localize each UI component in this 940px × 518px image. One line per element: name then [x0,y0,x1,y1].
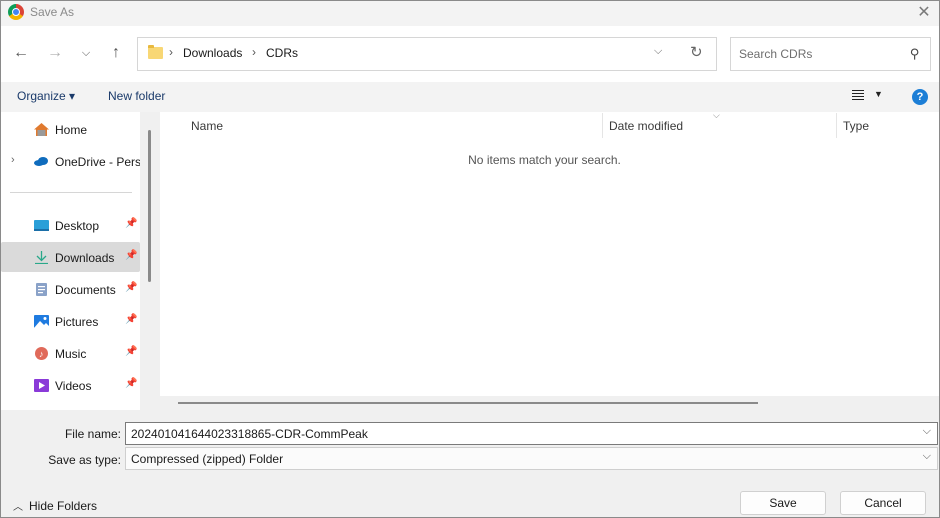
desktop-icon [34,220,49,231]
sidebar-scrollbar-thumb[interactable] [148,130,151,282]
navigation-bar: ← → ⌵ ↑ › Downloads › CDRs ⌵ ↻ Search CD… [1,26,939,82]
help-icon[interactable]: ? [912,89,928,105]
search-input[interactable]: Search CDRs ⚲ [730,37,931,71]
up-button[interactable]: ↑ [104,42,128,66]
hide-folders-button[interactable]: ︿ Hide Folders [13,498,97,513]
arrow-up-icon: ↑ [112,44,120,61]
sidebar-item-desktop[interactable]: Desktop 📌 [1,210,140,240]
file-name-value[interactable]: 20240104164402331886​5-CDR-CommPeak [131,427,368,441]
sidebar-item-label: Downloads [55,251,115,265]
save-as-type-select[interactable]: Compressed (zipped) Folder ⌵ [125,447,938,470]
organize-button[interactable]: Organize ▾ [17,89,75,103]
address-dropdown-icon[interactable]: ⌵ [654,45,662,58]
svg-text:♪: ♪ [39,349,44,359]
refresh-icon[interactable]: ↻ [690,43,703,61]
pin-icon[interactable]: 📌 [125,218,137,229]
navigation-pane: Home › OneDrive - Perso Desktop 📌 Downlo… [1,112,160,410]
sidebar-item-videos[interactable]: Videos 📌 [1,370,140,400]
column-header-type[interactable]: Type [843,119,869,133]
download-icon [35,251,48,264]
save-as-type-value: Compressed (zipped) Folder [131,452,284,466]
documents-icon [36,283,47,296]
pin-icon[interactable]: 📌 [125,378,137,389]
search-placeholder: Search CDRs [739,47,813,61]
arrow-right-icon: → [47,44,63,61]
save-as-dialog: Save As ✕ ← → ⌵ ↑ › Downloads › CDRs ⌵ ↻… [0,0,940,518]
file-name-label: File name: [64,427,121,441]
breadcrumb-separator-icon[interactable]: › [252,45,256,59]
cloud-icon [34,157,48,166]
close-icon: ✕ [917,4,931,21]
chevron-down-icon[interactable]: ⌵ [923,450,931,463]
pin-icon[interactable]: 📌 [125,314,137,325]
sort-chevron-icon: ⌵ [713,110,720,120]
title-bar: Save As ✕ [1,1,939,26]
chevron-down-icon[interactable]: ⌵ [923,425,931,438]
sidebar-item-label: Home [55,123,88,137]
chrome-icon [8,4,24,20]
pin-icon[interactable]: 📌 [125,282,137,293]
command-toolbar: Organize ▾ New folder ▼ ? [1,82,939,112]
view-list-icon[interactable] [852,90,864,101]
sidebar-item-label: OneDrive - Perso [55,155,148,169]
breadcrumb-separator-icon[interactable]: › [169,45,173,59]
column-separator[interactable] [602,113,603,138]
sidebar-item-label: Documents [55,283,116,297]
address-bar[interactable]: › Downloads › CDRs ⌵ ↻ [137,37,717,71]
chevron-down-icon: ⌵ [81,47,91,59]
back-button[interactable]: ← [9,42,33,66]
cancel-button[interactable]: Cancel [840,491,926,515]
empty-message: No items match your search. [468,153,621,167]
music-icon: ♪ [35,347,48,360]
sidebar-item-pictures[interactable]: Pictures 📌 [1,306,140,336]
arrow-left-icon: ← [13,44,29,61]
sidebar-item-label: Desktop [55,219,100,233]
save-button[interactable]: Save [740,491,826,515]
horizontal-scrollbar-thumb[interactable] [178,402,758,404]
column-header-name[interactable]: Name [191,119,223,133]
sidebar-item-home[interactable]: Home [1,114,140,144]
column-separator[interactable] [836,113,837,138]
sidebar-divider [10,192,132,193]
window-title: Save As [30,5,75,19]
hide-folders-label: Hide Folders [29,499,98,513]
pin-icon[interactable]: 📌 [125,250,137,261]
sidebar-item-label: Pictures [55,315,99,329]
sidebar-item-documents[interactable]: Documents 📌 [1,274,140,304]
breadcrumb-cdrs[interactable]: CDRs [266,46,298,60]
forward-button[interactable]: → [43,42,67,66]
close-button[interactable]: ✕ [909,1,939,26]
save-as-type-label: Save as type: [48,453,121,467]
pictures-icon [34,315,49,328]
videos-icon [34,379,49,392]
file-list: Name Date modified ⌵ Type No items match… [160,110,939,410]
view-options-caret-icon[interactable]: ▼ [874,89,883,99]
chevron-up-icon: ︿ [13,502,23,513]
column-header-date-modified[interactable]: Date modified [609,119,683,133]
folder-icon [148,45,163,59]
new-folder-button[interactable]: New folder [108,89,165,103]
sidebar-item-label: Videos [55,379,92,393]
sidebar-item-downloads[interactable]: Downloads 📌 [1,242,140,272]
pin-icon[interactable]: 📌 [125,346,137,357]
sidebar-item-music[interactable]: ♪ Music 📌 [1,338,140,368]
home-icon [34,123,49,136]
chevron-right-icon[interactable]: › [11,154,15,166]
search-icon[interactable]: ⚲ [910,46,920,62]
horizontal-scrollbar[interactable] [160,396,939,410]
recent-locations-button[interactable]: ⌵ [74,42,98,66]
sidebar-item-label: Music [55,347,87,361]
file-name-input[interactable]: 20240104164402331886​5-CDR-CommPeak ⌵ [125,422,938,445]
sidebar-item-onedrive[interactable]: › OneDrive - Perso [1,146,148,176]
breadcrumb-downloads[interactable]: Downloads [183,46,242,60]
